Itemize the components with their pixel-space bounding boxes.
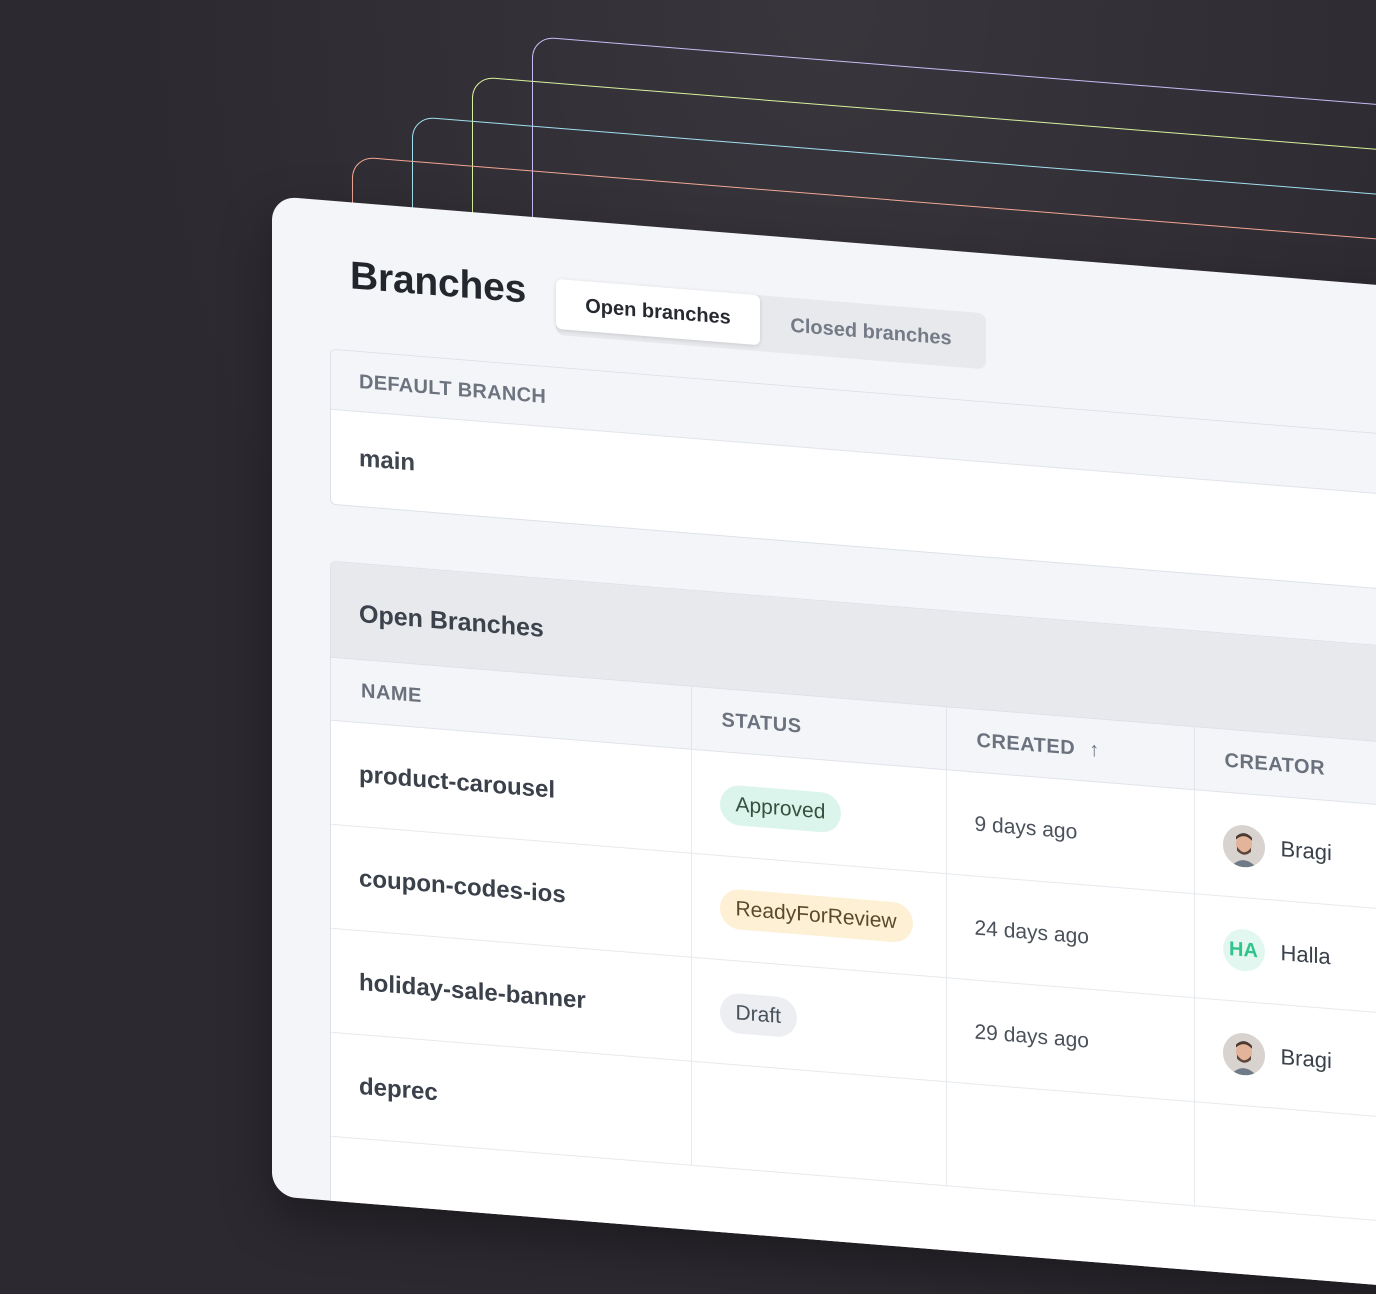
branches-panel: Branches Open branches Closed branches D…	[272, 196, 1376, 1294]
branch-created: 24 days ago	[946, 873, 1194, 998]
branch-created: 9 days ago	[946, 769, 1194, 894]
branch-status-cell	[691, 1061, 946, 1186]
avatar	[1222, 1030, 1265, 1077]
branch-status-cell: ReadyForReview	[691, 853, 946, 978]
column-header-label: CREATED	[976, 729, 1076, 760]
status-badge: Approved	[719, 783, 842, 834]
column-header-label: STATUS	[721, 708, 802, 738]
column-header-label: CREATOR	[1224, 749, 1326, 780]
branch-tabs: Open branches Closed branches	[556, 278, 986, 370]
avatar: HA	[1222, 926, 1265, 973]
creator-name: Bragi	[1280, 835, 1332, 865]
avatar	[1222, 822, 1265, 869]
branch-status-cell: Draft	[691, 957, 946, 1082]
branches-table: NAME STATUS CREATED ↑ CREATOR product-car…	[331, 657, 1376, 1234]
branch-created	[946, 1081, 1194, 1206]
default-branch-card: DEFAULT BRANCH main	[330, 348, 1376, 602]
column-header-label: NAME	[361, 679, 422, 707]
creator-name: Bragi	[1280, 1043, 1332, 1073]
page-title: Branches	[350, 254, 527, 312]
open-branches-card: Open Branches NAME STATUS CREATED ↑ CREAT…	[330, 560, 1376, 1294]
branch-created: 29 days ago	[946, 977, 1194, 1102]
branch-status-cell: Approved	[691, 749, 946, 874]
tab-closed-branches[interactable]: Closed branches	[766, 302, 976, 363]
backdrop: Branches Open branches Closed branches D…	[0, 0, 1376, 1294]
tab-open-branches[interactable]: Open branches	[556, 278, 760, 346]
creator-name: Halla	[1280, 939, 1331, 969]
status-badge: Draft	[719, 991, 798, 1038]
branch-creator-cell	[1194, 1101, 1376, 1233]
arrow-up-icon[interactable]: ↑	[1089, 738, 1100, 762]
status-badge: ReadyForReview	[719, 887, 913, 944]
